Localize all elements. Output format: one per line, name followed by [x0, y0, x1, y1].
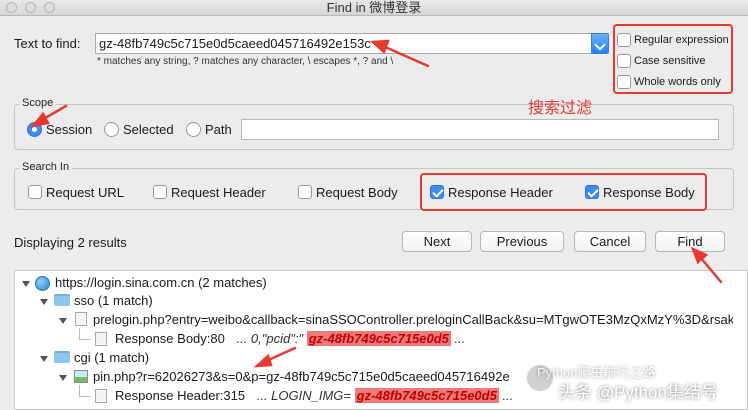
folder-icon	[54, 351, 70, 363]
expand-cgi-icon[interactable]	[40, 356, 48, 362]
expand-sso-icon[interactable]	[40, 299, 48, 305]
document-icon	[95, 332, 107, 346]
find-button[interactable]: Find	[655, 231, 725, 252]
path-radio[interactable]	[186, 122, 201, 137]
expand-host-icon[interactable]	[22, 281, 30, 287]
text-to-find-label: Text to find:	[14, 36, 81, 51]
tree-file-pin[interactable]: pin.php?r=62026273&s=0&p=gz-48fb749c5c71…	[93, 369, 533, 384]
title-bar: Find in 微博登录	[0, 0, 748, 16]
tree-folder-cgi[interactable]: cgi (1 match)	[74, 350, 149, 365]
previous-button[interactable]: Previous	[480, 231, 564, 252]
search-in-title: Search In	[19, 161, 73, 173]
tree-branch-line	[79, 385, 91, 397]
scope-title: Scope	[19, 97, 57, 109]
path-label: Path	[205, 122, 232, 137]
tree-file-prelogin[interactable]: prelogin.php?entry=weibo&callback=sinaSS…	[93, 312, 733, 327]
match-context: ... 0,"pcid":"	[236, 331, 304, 346]
watermark-text: 头条 @Python集结号	[558, 383, 718, 402]
match-tail: ...	[454, 331, 466, 346]
selected-radio[interactable]	[104, 122, 119, 137]
match-context: ... LOGIN_IMG=	[256, 388, 351, 403]
request-body-checkbox[interactable]	[298, 185, 312, 199]
globe-icon	[35, 276, 50, 291]
response-filters-highlight-box	[420, 173, 707, 211]
session-radio[interactable]	[27, 122, 42, 137]
history-dropdown-button[interactable]	[591, 33, 609, 54]
next-button[interactable]: Next	[402, 231, 472, 252]
tree-folder-sso[interactable]: sso (1 match)	[74, 293, 153, 308]
script-file-icon	[75, 312, 87, 326]
expand-prelogin-icon[interactable]	[59, 318, 67, 324]
match-highlight: gz-48fb749c5c715e0d5	[306, 331, 451, 346]
match-location-label: Response Body:80	[115, 331, 225, 346]
expand-pin-icon[interactable]	[59, 375, 67, 381]
options-highlight-box	[613, 24, 733, 94]
request-body-label: Request Body	[316, 185, 398, 200]
session-label: Session	[46, 122, 93, 137]
text-to-find-input[interactable]: gz-48fb749c5c715e0d5caeed045716492e153c	[95, 33, 609, 54]
match-highlight: gz-48fb749c5c715e0d5	[354, 388, 499, 403]
tree-branch-line	[79, 328, 91, 340]
request-url-checkbox[interactable]	[28, 185, 42, 199]
results-status: Displaying 2 results	[14, 235, 127, 250]
tree-match-response-body[interactable]: Response Body:80 ... 0,"pcid":" gz-48fb7…	[115, 331, 465, 346]
wildcard-hint: * matches any string, ? matches any char…	[97, 56, 394, 67]
request-header-label: Request Header	[171, 185, 266, 200]
request-url-label: Request URL	[46, 185, 125, 200]
window-title: Find in 微博登录	[326, 0, 422, 15]
tree-host-row[interactable]: https://login.sina.com.cn (2 matches)	[55, 275, 267, 290]
tree-match-response-header[interactable]: Response Header:315 ... LOGIN_IMG= gz-48…	[115, 388, 513, 403]
selected-label: Selected	[123, 122, 174, 137]
cancel-button[interactable]: Cancel	[574, 231, 646, 252]
match-location-label: Response Header:315	[115, 388, 246, 403]
request-header-checkbox[interactable]	[153, 185, 167, 199]
image-file-icon	[74, 370, 88, 383]
document-icon	[95, 389, 107, 403]
path-input[interactable]	[241, 119, 719, 140]
filter-annotation: 搜索过滤	[528, 100, 593, 117]
match-tail: ...	[502, 388, 514, 403]
folder-icon	[54, 294, 70, 306]
